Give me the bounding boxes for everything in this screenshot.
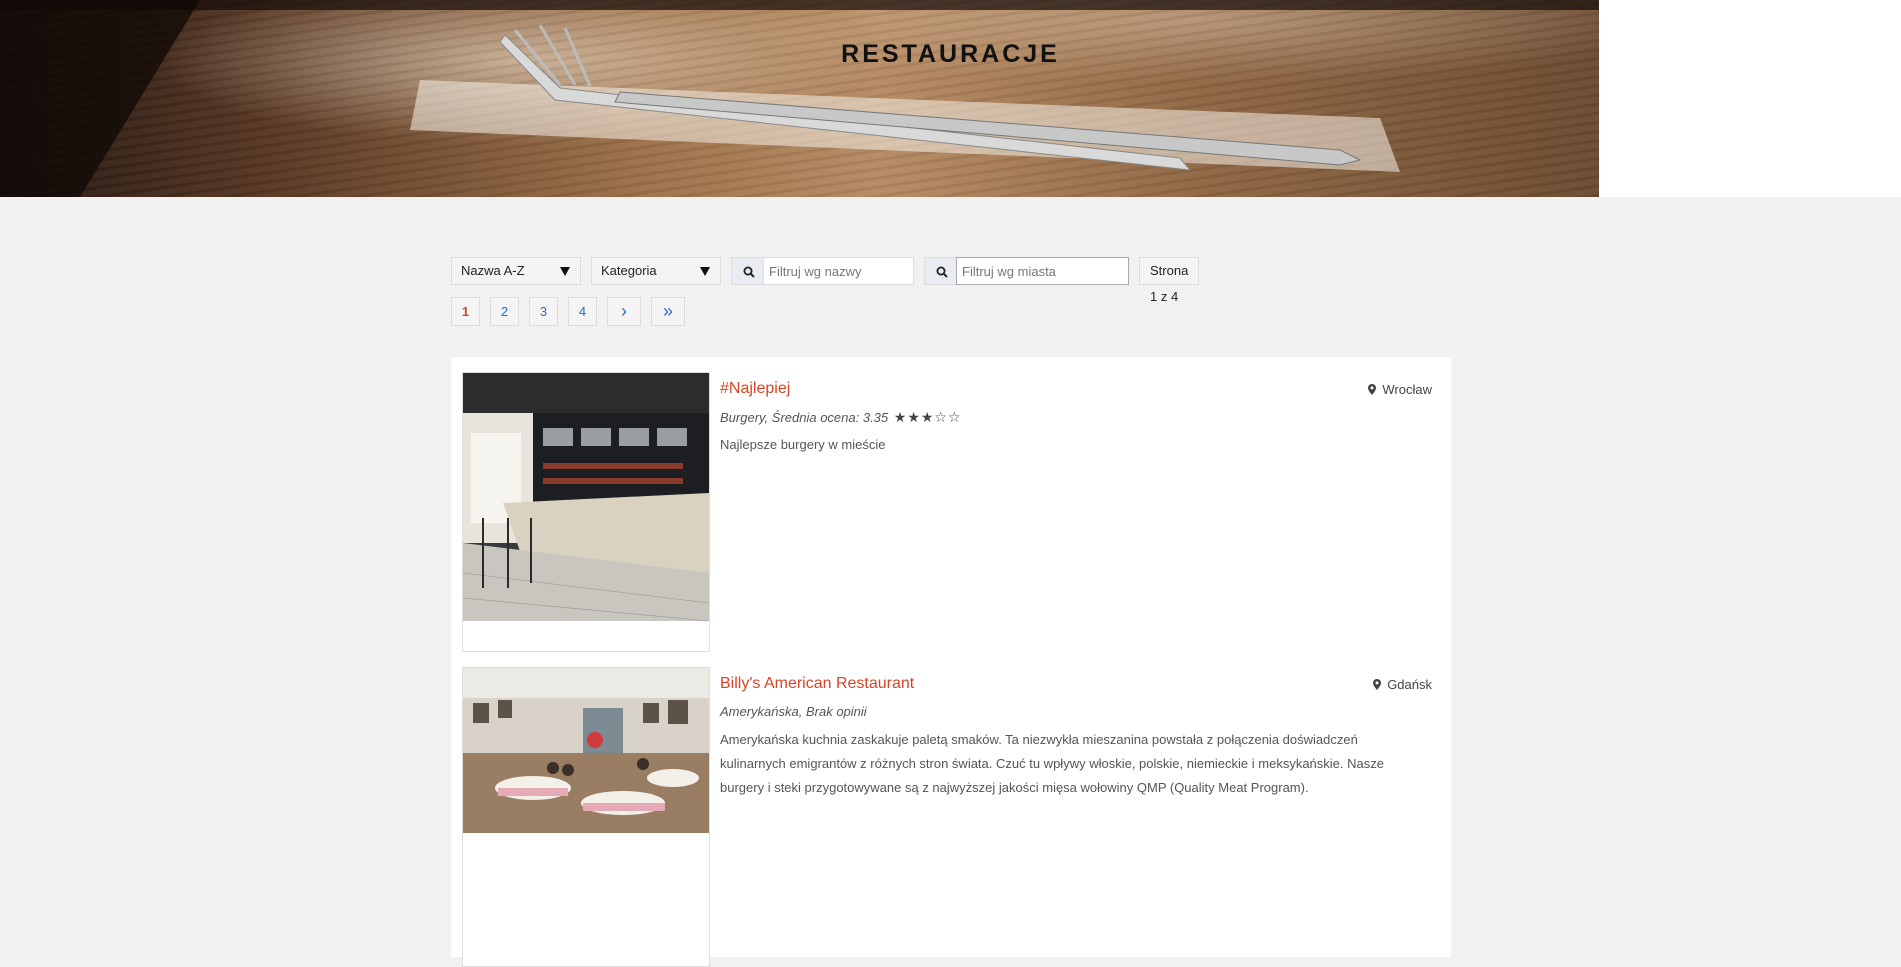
last-page-button[interactable]: » (651, 297, 685, 326)
category-select-value: Kategoria (601, 263, 657, 278)
page-link-4[interactable]: 4 (568, 297, 597, 326)
restaurant-category-rating: Burgery, Średnia ocena: 3.35 (720, 410, 889, 425)
next-page-button[interactable]: › (607, 297, 641, 326)
search-icon (936, 266, 948, 278)
page-info: Strona 1 z 4 (1139, 257, 1200, 304)
restaurant-category-rating: Amerykańska, Brak opinii (720, 704, 867, 719)
map-marker-icon (1367, 384, 1376, 395)
caret-down-icon (700, 267, 710, 276)
page-link-2[interactable]: 2 (490, 297, 519, 326)
caret-down-icon (560, 267, 570, 276)
restaurant-list: #Najlepiej Wrocław Burgery, Średnia ocen… (451, 357, 1451, 967)
restaurant-description: Najlepsze burgery w mieście (720, 437, 886, 452)
search-icon (743, 266, 755, 278)
city-search-addon (924, 257, 957, 285)
list-item: #Najlepiej Wrocław Burgery, Średnia ocen… (462, 372, 1442, 652)
restaurant-city: Gdańsk (1372, 677, 1432, 692)
name-search-addon (731, 257, 764, 285)
restaurant-meta: Burgery, Średnia ocena: 3.35 ★★★☆☆ (720, 409, 962, 426)
restaurant-city-label: Gdańsk (1387, 677, 1432, 692)
restaurant-city-label: Wrocław (1382, 382, 1432, 397)
restaurant-photo (463, 668, 709, 833)
sort-select[interactable]: Nazwa A-Z (451, 257, 581, 285)
page-link-1[interactable]: 1 (451, 297, 480, 326)
category-select[interactable]: Kategoria (591, 257, 721, 285)
page-title: RESTAURACJE (841, 40, 1060, 68)
restaurant-thumbnail[interactable] (462, 667, 710, 967)
restaurant-photo (463, 373, 709, 621)
restaurant-city: Wrocław (1367, 382, 1432, 397)
sort-select-value: Nazwa A-Z (461, 263, 525, 278)
restaurant-name-link[interactable]: Billy's American Restaurant (720, 675, 914, 693)
list-item: Billy's American Restaurant Gdańsk Amery… (462, 667, 1442, 967)
page-link-3[interactable]: 3 (529, 297, 558, 326)
city-filter-input[interactable] (956, 257, 1129, 285)
name-filter-input[interactable] (763, 257, 914, 285)
restaurant-description: Amerykańska kuchnia zaskakuje paletą sma… (720, 732, 1384, 795)
rating-stars: ★★★☆☆ (893, 409, 962, 425)
restaurant-name-link[interactable]: #Najlepiej (720, 380, 790, 398)
hero-banner: RESTAURACJE (0, 0, 1599, 197)
cutlery-illustration (0, 0, 1599, 197)
hero-right-gap (1599, 0, 1901, 197)
restaurant-thumbnail[interactable] (462, 372, 710, 652)
restaurant-meta: Amerykańska, Brak opinii (720, 704, 867, 719)
map-marker-icon (1372, 679, 1381, 690)
